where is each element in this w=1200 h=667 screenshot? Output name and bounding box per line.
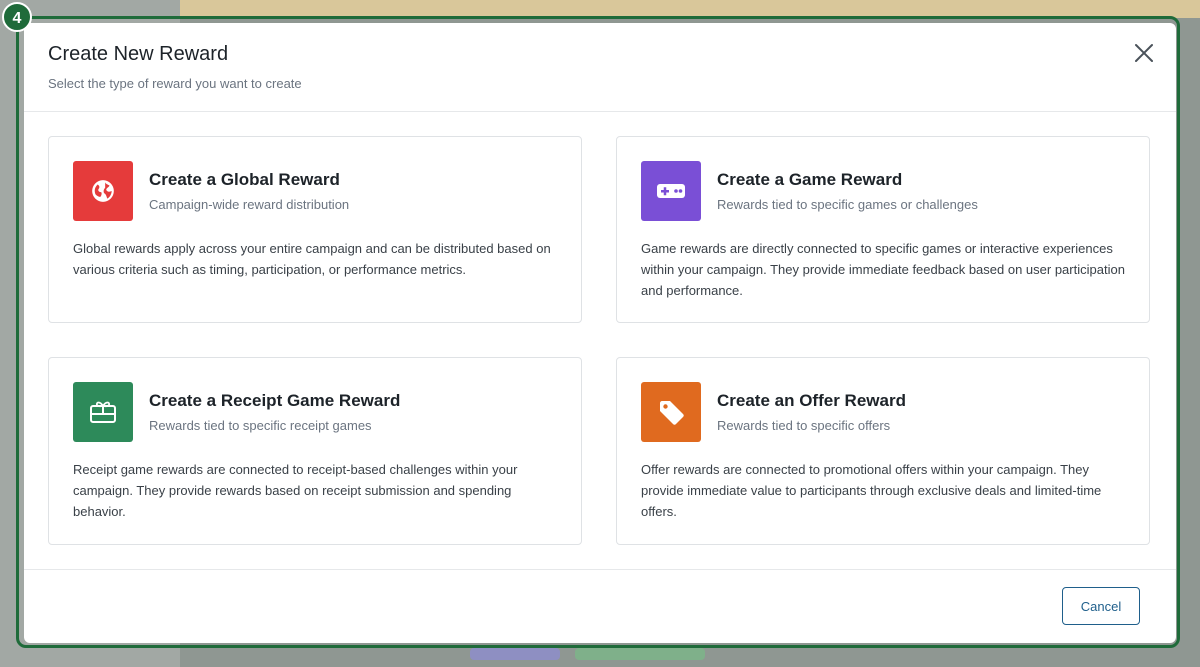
background-chip xyxy=(575,648,705,660)
step-badge: 4 xyxy=(2,2,32,32)
focus-highlight xyxy=(16,16,1180,648)
background-chip xyxy=(470,648,560,660)
